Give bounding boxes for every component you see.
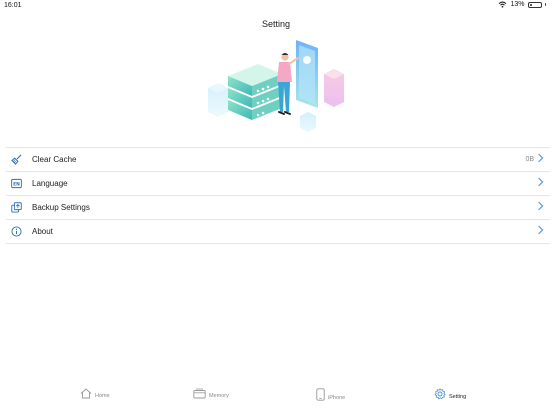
about-label: About (32, 227, 53, 236)
tab-home-label: Home (95, 393, 110, 399)
chevron-right-icon (534, 177, 544, 187)
battery-percent: 13% (510, 1, 525, 8)
chevron-right-icon (534, 225, 544, 235)
chevron-right-icon (534, 201, 544, 211)
status-bar: 16:01 13% (0, 0, 552, 12)
language-row[interactable]: EN Language (6, 172, 550, 196)
backup-icon (10, 202, 22, 214)
memory-icon (193, 388, 206, 399)
tab-home[interactable]: Home (80, 388, 110, 399)
settings-gear-icon (434, 388, 446, 400)
info-icon (10, 226, 22, 238)
hero-illustration (208, 40, 344, 132)
home-icon (80, 388, 92, 399)
iphone-icon (316, 388, 325, 401)
backup-settings-label: Backup Settings (32, 203, 90, 212)
cache-size-value: 0B (525, 156, 534, 163)
status-indicators: 13% (498, 1, 546, 8)
tab-bar: Home Memory iPhone Setting (0, 384, 552, 414)
tab-setting[interactable]: Setting (434, 388, 466, 400)
wifi-icon (499, 1, 507, 8)
page-title: Setting (261, 19, 291, 29)
svg-text:EN: EN (13, 182, 20, 188)
about-row[interactable]: About (6, 220, 550, 244)
clear-cache-row[interactable]: Clear Cache 0B (6, 148, 550, 172)
tab-memory[interactable]: Memory (193, 388, 229, 399)
language-label: Language (32, 179, 68, 188)
tab-setting-label: Setting (449, 394, 467, 400)
tab-iphone-label: iPhone (328, 395, 346, 401)
en-language-icon: EN (10, 178, 22, 190)
tab-memory-label: Memory (209, 393, 229, 399)
clear-cache-label: Clear Cache (32, 155, 77, 164)
status-time: 16:01 (4, 2, 22, 9)
battery-icon (527, 1, 542, 8)
chevron-right-icon (534, 153, 544, 163)
tab-iphone[interactable]: iPhone (316, 388, 345, 401)
broom-icon (10, 154, 22, 166)
settings-list: Clear Cache 0B EN Language Backup Settin… (6, 147, 550, 244)
backup-settings-row[interactable]: Backup Settings (6, 196, 550, 220)
